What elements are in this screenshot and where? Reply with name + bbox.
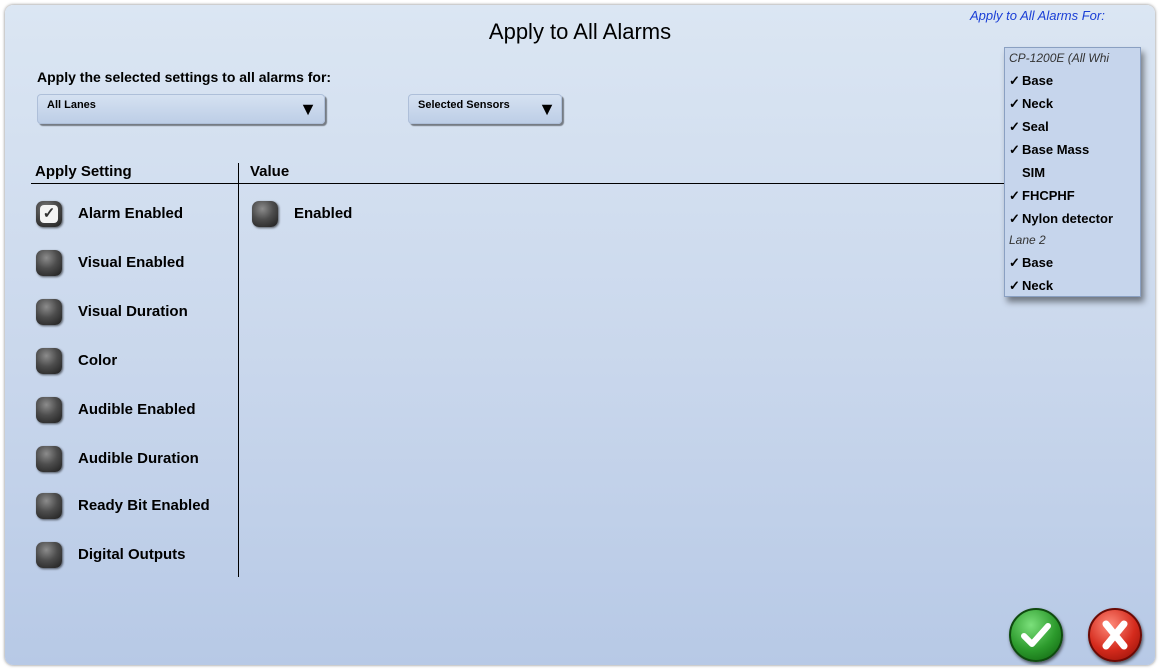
setting-checkbox[interactable]: [36, 446, 62, 472]
popup-sensor-item[interactable]: ✓ Base: [1005, 69, 1140, 92]
popup-group-header: CP-1200E (All Whi: [1005, 48, 1140, 69]
popup-item-label: Neck: [1022, 96, 1054, 111]
setting-checkbox[interactable]: [36, 397, 62, 423]
sensors-dropdown-value: Selected Sensors: [418, 99, 510, 111]
enabled-checkbox[interactable]: [252, 201, 278, 227]
checkmark-icon: ✓: [1009, 278, 1020, 293]
setting-label: Ready Bit Enabled: [78, 497, 210, 514]
header-divider: [31, 183, 1016, 184]
setting-label: Audible Duration: [78, 450, 199, 467]
chevron-down-icon: ▼: [299, 99, 317, 119]
popup-item-label: Seal: [1022, 119, 1049, 134]
popup-sensor-item[interactable]: ✓ Base Mass: [1005, 138, 1140, 161]
popup-title: Apply to All Alarms For:: [970, 8, 1105, 23]
popup-item-label: Neck: [1022, 278, 1054, 293]
popup-sensor-item[interactable]: ✓ Neck: [1005, 92, 1140, 115]
setting-checkbox[interactable]: ✓: [36, 201, 62, 227]
popup-item-label: Base Mass: [1022, 142, 1090, 157]
popup-sensor-item[interactable]: ✓ Base: [1005, 251, 1140, 274]
setting-label: Visual Duration: [78, 303, 188, 320]
checkmark-icon: ✓: [1009, 211, 1020, 226]
setting-checkbox[interactable]: [36, 493, 62, 519]
checkmark-icon: ✓: [1009, 73, 1020, 88]
apply-scope-label: Apply the selected settings to all alarm…: [37, 69, 332, 85]
lanes-dropdown-value: All Lanes: [47, 99, 96, 111]
setting-checkbox[interactable]: [36, 250, 62, 276]
popup-list: CP-1200E (All Whi ✓ Base ✓ Neck ✓ Seal ✓ Base Ma…: [1005, 48, 1140, 296]
setting-label: Digital Outputs: [78, 546, 186, 563]
setting-label: Audible Enabled: [78, 401, 196, 418]
setting-label: Color: [78, 352, 118, 369]
popup-sensor-item[interactable]: ✓ Neck: [1005, 274, 1140, 296]
popup-item-label: Lane 2: [1009, 233, 1046, 247]
setting-checkbox[interactable]: [36, 299, 62, 325]
column-divider: [238, 163, 239, 577]
popup-sensor-item[interactable]: SIM: [1005, 161, 1140, 184]
setting-checkbox[interactable]: [36, 542, 62, 568]
setting-label: Visual Enabled: [78, 254, 185, 271]
setting-checkbox[interactable]: [36, 348, 62, 374]
popup-item-label: Base: [1022, 255, 1054, 270]
cancel-button[interactable]: [1088, 608, 1142, 662]
checkmark-icon: ✓: [1009, 142, 1020, 157]
lanes-dropdown[interactable]: All Lanes ▼: [37, 94, 325, 124]
popup-item-label: SIM: [1022, 165, 1046, 180]
popup-sensor-item[interactable]: ✓ Seal: [1005, 115, 1140, 138]
setting-label: Alarm Enabled: [78, 205, 184, 222]
checkmark-icon: ✓: [1009, 255, 1020, 270]
checkmark-icon: ✓: [1009, 188, 1020, 203]
popup-sensor-item[interactable]: ✓ Nylon detector: [1005, 207, 1140, 230]
popup-group-header: Lane 2: [1005, 230, 1140, 251]
cancel-x-icon: [1102, 620, 1128, 650]
popup-item-label: Base: [1022, 73, 1054, 88]
chevron-down-icon: ▼: [538, 99, 556, 119]
apply-setting-column-header: Apply Setting: [35, 163, 132, 180]
checkmark-icon: ✓: [40, 205, 58, 223]
checkmark-icon: ✓: [1009, 96, 1020, 111]
apply-to-all-alarms-dialog: Apply to All Alarms Apply the selected s…: [5, 5, 1155, 665]
confirm-check-icon: [1021, 623, 1051, 647]
sensor-selection-popup: CP-1200E (All Whi ✓ Base ✓ Neck ✓ Seal ✓ Base Ma…: [1004, 47, 1141, 297]
sensors-dropdown[interactable]: Selected Sensors ▼: [408, 94, 562, 124]
popup-sensor-item[interactable]: ✓ FHCPHF: [1005, 184, 1140, 207]
popup-item-label: CP-1200E (All Whi: [1009, 51, 1110, 65]
popup-item-label: Nylon detector: [1022, 211, 1114, 226]
enabled-label: Enabled: [294, 205, 353, 222]
ok-button[interactable]: [1009, 608, 1063, 662]
checkmark-icon: ✓: [1009, 119, 1020, 134]
popup-item-label: FHCPHF: [1022, 188, 1075, 203]
value-column-header: Value: [250, 163, 290, 180]
